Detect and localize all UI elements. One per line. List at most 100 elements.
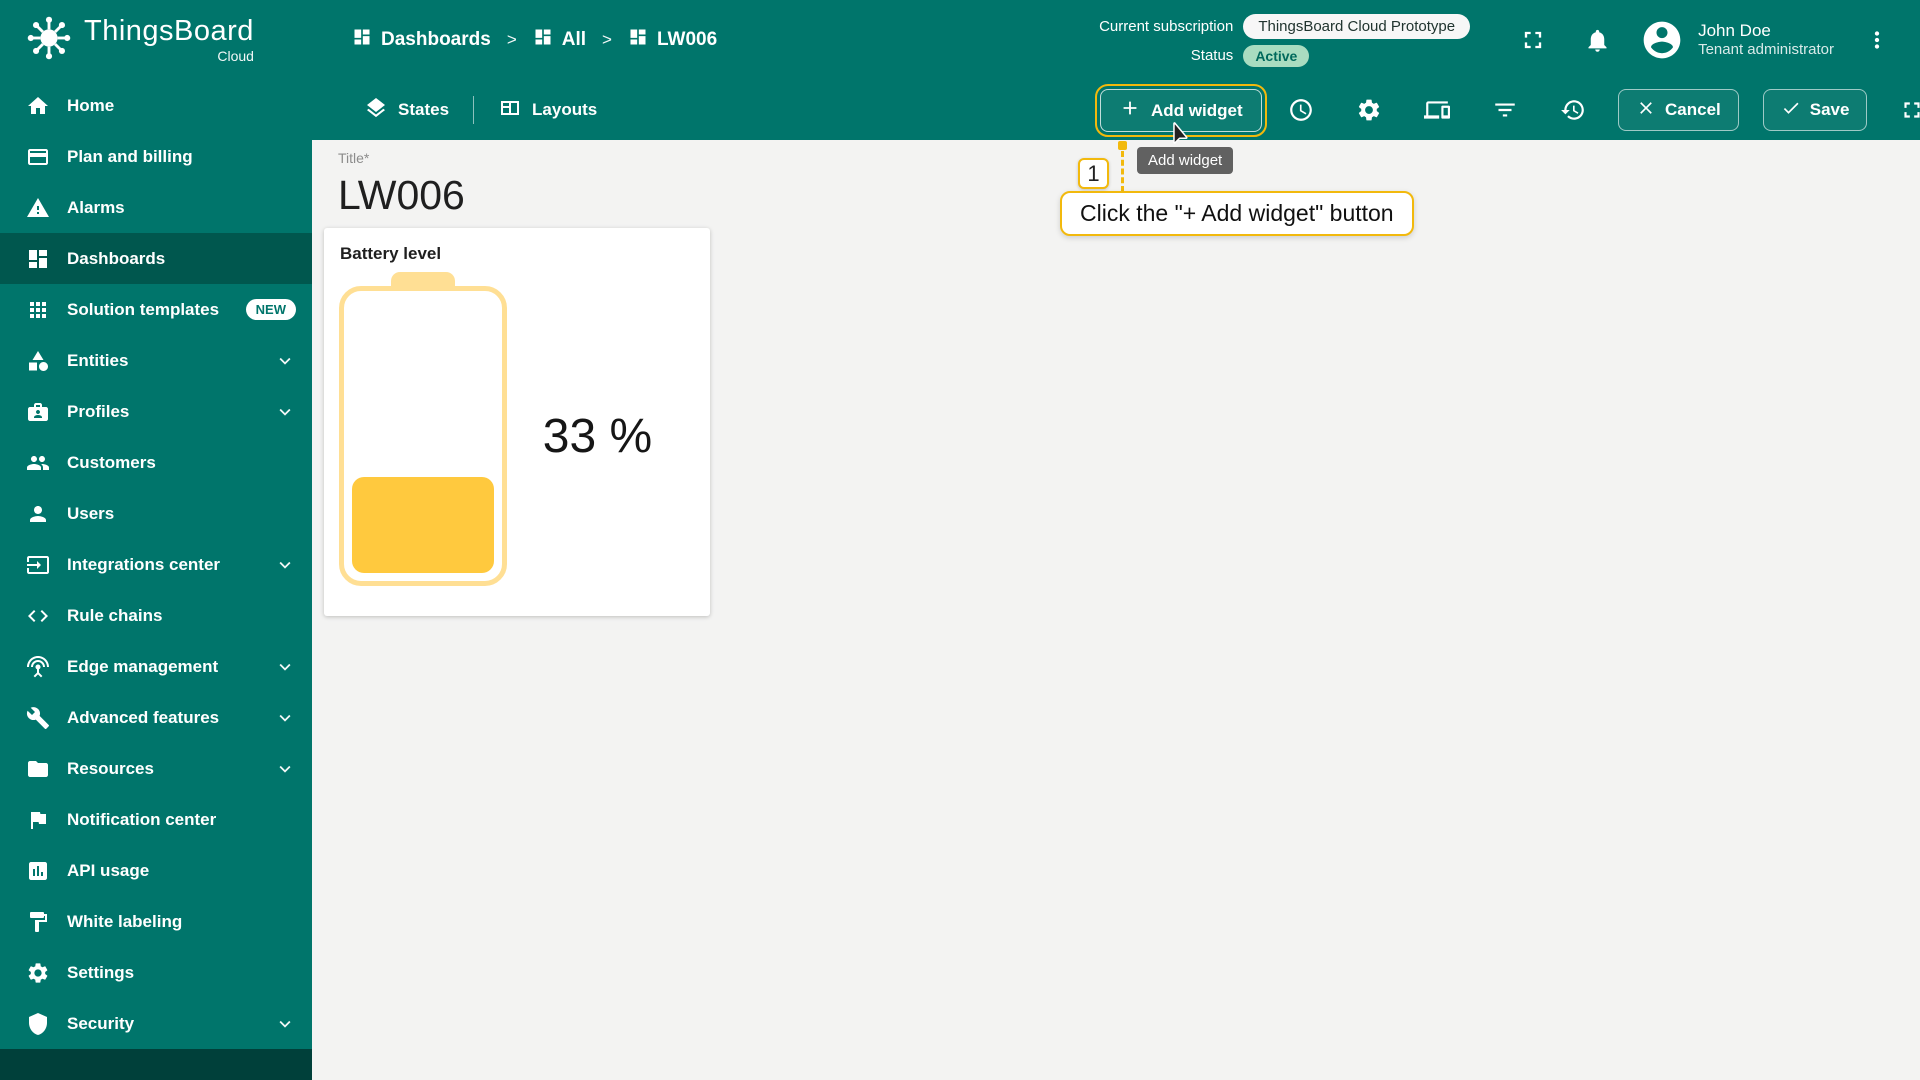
sidebar-item-label: API usage	[67, 860, 150, 880]
sidebar-item-label: Advanced features	[67, 707, 220, 727]
sidebar-item-alarms[interactable]: Alarms	[0, 182, 312, 233]
chevron-down-icon	[274, 656, 296, 678]
sidebar-item-security[interactable]: Security	[0, 998, 312, 1049]
states-button[interactable]: States	[352, 88, 461, 133]
battery-value: 33 %	[542, 409, 653, 463]
battery-level-widget[interactable]: Battery level 33 %	[324, 228, 710, 616]
code-icon	[26, 604, 50, 628]
toolbar-left-group: States Layouts	[352, 80, 609, 140]
dashboard-settings-button[interactable]	[1348, 89, 1390, 131]
breadcrumb-label: LW006	[656, 29, 718, 50]
sidebar-item-label: White labeling	[67, 911, 183, 931]
add-widget-label: Add widget	[1151, 100, 1243, 120]
person-icon	[26, 502, 50, 526]
new-badge: NEW	[245, 299, 296, 320]
sidebar-item-settings[interactable]: Settings	[0, 947, 312, 998]
sidebar-item-api-usage[interactable]: API usage	[0, 845, 312, 896]
dashboard-canvas: Title* LW006 Battery level 33 %	[312, 140, 1920, 1080]
thingsboard-logo-icon	[26, 15, 72, 66]
sidebar-item-label: Resources	[67, 758, 154, 778]
antenna-icon	[26, 655, 50, 679]
more-menu-button[interactable]	[1856, 19, 1898, 61]
sidebar-item-plan-and-billing[interactable]: Plan and billing	[0, 131, 312, 182]
header-fullscreen-button[interactable]	[1512, 19, 1554, 61]
sidebar-item-label: Edge management	[67, 656, 219, 676]
filters-button[interactable]	[1484, 89, 1526, 131]
mouse-cursor-icon	[1168, 120, 1194, 151]
shield-icon	[26, 1012, 50, 1036]
toolbar-fullscreen-button[interactable]	[1891, 89, 1920, 131]
breadcrumb-separator: >	[602, 30, 612, 49]
chevron-down-icon	[274, 554, 296, 576]
cancel-button[interactable]: Cancel	[1618, 89, 1739, 131]
toolbar-icon-buttons	[1280, 89, 1594, 131]
layout-grid-icon	[498, 96, 522, 125]
sidebar-item-entities[interactable]: Entities	[0, 335, 312, 386]
sidebar-item-customers[interactable]: Customers	[0, 437, 312, 488]
sidebar-item-integrations-center[interactable]: Integrations center	[0, 539, 312, 590]
save-button[interactable]: Save	[1762, 89, 1868, 131]
sidebar-item-label: Rule chains	[67, 605, 163, 625]
thingsboard-logo[interactable]: ThingsBoard Cloud	[26, 0, 254, 80]
breadcrumb-item-dashboards[interactable]: Dashboards	[352, 27, 491, 53]
sidebar-item-label: Entities	[67, 350, 129, 370]
home-icon	[26, 94, 50, 118]
sidebar-item-label: Integrations center	[67, 554, 221, 574]
sidebar-item-label: Dashboards	[67, 248, 166, 268]
user-name: John Doe	[1698, 21, 1771, 40]
time-window-button[interactable]	[1280, 89, 1322, 131]
dashboard-title-block: Title* LW006	[338, 150, 465, 219]
tutorial-step-number: 1	[1078, 158, 1109, 189]
tutorial-connector-line	[1121, 151, 1124, 192]
sidebar-item-white-labeling[interactable]: White labeling	[0, 896, 312, 947]
toolbar-right-group: Cancel Save	[1280, 80, 1920, 140]
entity-aliases-button[interactable]	[1416, 89, 1458, 131]
sidebar-item-home[interactable]: Home	[0, 80, 312, 131]
avatar[interactable]	[1640, 18, 1684, 62]
chevron-down-icon	[274, 350, 296, 372]
tutorial-connector-dot	[1118, 141, 1127, 150]
sidebar-item-users[interactable]: Users	[0, 488, 312, 539]
battery-fill	[352, 477, 494, 573]
paint-icon	[26, 910, 50, 934]
user-info[interactable]: John Doe Tenant administrator	[1698, 20, 1834, 60]
sidebar-item-label: Security	[67, 1013, 135, 1033]
breadcrumb-separator: >	[506, 30, 517, 49]
flag-icon	[26, 808, 50, 832]
logo-title: ThingsBoard	[84, 15, 254, 47]
version-control-button[interactable]	[1552, 89, 1594, 131]
sidebar-scroll-shade	[0, 1049, 312, 1080]
gear-icon	[26, 961, 50, 985]
sidebar-item-label: Alarms	[67, 197, 125, 217]
check-icon	[1781, 98, 1801, 123]
apps-icon	[26, 298, 50, 322]
sidebar-item-dashboards[interactable]: Dashboards	[0, 233, 312, 284]
breadcrumb-item-lw006[interactable]: LW006	[628, 27, 717, 53]
sidebar-item-solution-templates[interactable]: Solution templates NEW	[0, 284, 312, 335]
sidebar-item-notification-center[interactable]: Notification center	[0, 794, 312, 845]
widget-title: Battery level	[340, 244, 442, 263]
breadcrumb-label: Dashboards	[381, 29, 491, 50]
dashboard-icon	[352, 27, 372, 53]
sidebar-item-rule-chains[interactable]: Rule chains	[0, 590, 312, 641]
chevron-down-icon	[274, 1013, 296, 1035]
build-icon	[26, 706, 50, 730]
sidebar-item-label: Customers	[67, 452, 156, 472]
notifications-button[interactable]	[1576, 19, 1618, 61]
chart-icon	[26, 859, 50, 883]
user-role: Tenant administrator	[1698, 41, 1834, 59]
breadcrumb-item-all[interactable]: All	[533, 27, 586, 53]
breadcrumb-label: All	[561, 29, 587, 50]
sidebar-item-advanced-features[interactable]: Advanced features	[0, 692, 312, 743]
header-right-cluster: Current subscription ThingsBoard Cloud P…	[1099, 0, 1898, 80]
sidebar-item-profiles[interactable]: Profiles	[0, 386, 312, 437]
dashboard-edit-toolbar: States Layouts Add widget Cancel Save	[312, 80, 1920, 140]
widget-body: 33 %	[324, 272, 710, 586]
layouts-label: Layouts	[532, 100, 598, 119]
dashboard-title-input[interactable]: LW006	[338, 172, 465, 219]
subscription-chip[interactable]: ThingsBoard Cloud Prototype	[1243, 13, 1471, 39]
sidebar-item-resources[interactable]: Resources	[0, 743, 312, 794]
layouts-button[interactable]: Layouts	[486, 88, 609, 133]
dashboard-icon	[628, 27, 648, 53]
sidebar-item-edge-management[interactable]: Edge management	[0, 641, 312, 692]
